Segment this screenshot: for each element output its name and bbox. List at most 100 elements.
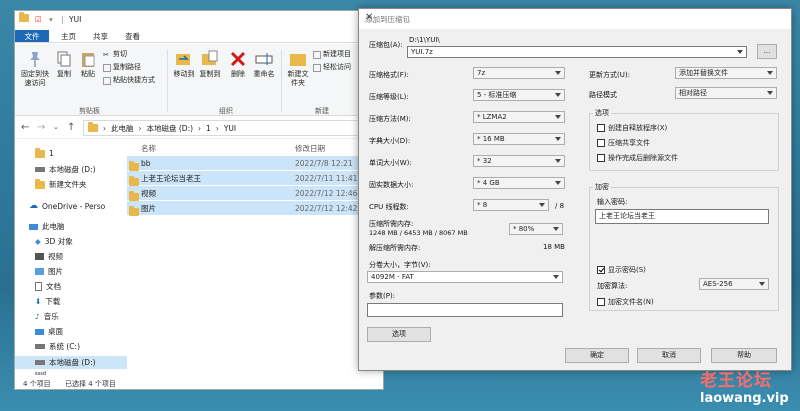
- archive-name-input[interactable]: YUI.7z: [407, 46, 747, 58]
- up-icon[interactable]: ↑: [67, 122, 75, 133]
- file-row[interactable]: bb 2022/7/8 12:21: [127, 156, 373, 171]
- cut-button[interactable]: ✂ 剪切: [103, 50, 127, 59]
- split-volume-label: 分卷大小，字节(V):: [369, 261, 431, 269]
- nav-item-this-pc[interactable]: 此电脑: [29, 221, 65, 232]
- document-icon: [35, 282, 42, 291]
- paste-shortcut-button[interactable]: 粘贴快捷方式: [103, 76, 155, 85]
- compress-shared-checkbox[interactable]: 压缩共享文件: [597, 138, 650, 148]
- nav-item-videos[interactable]: 视频: [35, 251, 63, 262]
- level-label: 压缩等级(L):: [369, 93, 409, 101]
- dictionary-select[interactable]: * 16 MB: [473, 133, 565, 145]
- file-row[interactable]: 视频 2022/7/12 12:46: [127, 186, 373, 201]
- tab-share[interactable]: 共享: [87, 31, 114, 42]
- paste-button[interactable]: 粘贴: [77, 50, 99, 79]
- show-password-checkbox[interactable]: 显示密码(S): [597, 265, 646, 275]
- pin-icon: [30, 52, 40, 67]
- nav-item-1[interactable]: 1: [35, 147, 54, 158]
- breadcrumb-drive-d[interactable]: 本地磁盘 (D:): [147, 123, 194, 134]
- update-mode-select[interactable]: 添加并替换文件: [675, 67, 777, 79]
- close-icon[interactable]: ✕: [365, 12, 779, 23]
- folder-icon: [88, 122, 98, 132]
- pin-quick-access-button[interactable]: 固定到快速访问: [19, 50, 51, 88]
- folder-icon: [19, 12, 29, 24]
- nav-item-documents[interactable]: 文档: [35, 281, 61, 292]
- explorer-window: ☑ ▾ | YUI 文件 主页 共享 查看 固定到快速访问 复制 粘贴 ✂ 剪切 …: [14, 10, 384, 390]
- ok-button[interactable]: 确定: [565, 348, 629, 363]
- back-icon[interactable]: ←: [21, 122, 29, 133]
- explorer-titlebar: ☑ ▾ | YUI: [15, 11, 383, 29]
- nav-item-downloads[interactable]: ⬇ 下载: [35, 296, 60, 307]
- checkbox-icon[interactable]: ☑: [35, 15, 42, 24]
- file-row[interactable]: 上老王论坛当老王 2022/7/11 11:41: [127, 171, 373, 186]
- status-bar: 4 个项目 已选择 4 个项目: [15, 375, 383, 389]
- cpu-threads-max: / 8: [555, 202, 565, 210]
- picture-icon: [35, 268, 44, 275]
- breadcrumb-this-pc[interactable]: 此电脑: [111, 123, 134, 134]
- tab-file[interactable]: 文件: [15, 30, 49, 42]
- cpu-threads-select[interactable]: * 8: [473, 199, 549, 211]
- nav-item-drive-c[interactable]: 系统 (C:): [35, 341, 80, 352]
- copy-path-button[interactable]: 复制路径: [103, 63, 141, 72]
- nav-item-drive-d-selected[interactable]: 本地磁盘 (D:): [15, 356, 127, 369]
- file-row[interactable]: 图片 2022/7/12 12:42: [127, 201, 373, 216]
- column-header-modified[interactable]: 修改日期: [295, 143, 325, 154]
- new-item-icon: [313, 50, 321, 59]
- memory-percent-select[interactable]: * 80%: [509, 223, 563, 235]
- move-to-button[interactable]: 移动到: [171, 50, 197, 79]
- path-mode-select[interactable]: 相对路径: [675, 87, 777, 99]
- nav-item-3d-objects[interactable]: ◆ 3D 对象: [35, 236, 73, 247]
- folder-icon: [129, 191, 139, 201]
- path-icon: [103, 63, 111, 72]
- forward-icon[interactable]: →: [37, 122, 45, 133]
- nav-item-new-folder[interactable]: 新建文件夹: [35, 178, 87, 190]
- options-button[interactable]: 选项: [367, 327, 431, 342]
- password-input[interactable]: 上老王论坛当老王: [595, 209, 769, 224]
- rename-button[interactable]: 重命名: [251, 50, 277, 79]
- delete-button[interactable]: 删除: [227, 50, 249, 79]
- nav-item-pictures[interactable]: 图片: [35, 266, 63, 277]
- format-select[interactable]: 7z: [473, 67, 565, 79]
- copy-folder-icon: [202, 50, 218, 65]
- nav-item-onedrive[interactable]: ☁ OneDrive - Perso: [29, 201, 105, 211]
- easy-access-button[interactable]: 轻松访问: [313, 63, 351, 72]
- folder-icon: [129, 176, 139, 186]
- nav-item-desktop[interactable]: 桌面: [35, 326, 63, 337]
- create-sfx-checkbox[interactable]: 创建自释放程序(X): [597, 123, 667, 133]
- delete-after-checkbox[interactable]: 操作完成后删除源文件: [597, 153, 678, 163]
- chevron-down-icon: [553, 275, 559, 279]
- breadcrumb[interactable]: › 此电脑 › 本地磁盘 (D:) › 1 › YUI: [83, 120, 383, 136]
- solid-size-select[interactable]: * 4 GB: [473, 177, 565, 189]
- chevron-down-icon[interactable]: ⌄: [53, 123, 59, 131]
- new-item-button[interactable]: 新建项目: [313, 50, 351, 59]
- rename-icon: [255, 53, 273, 65]
- format-label: 压缩格式(F):: [369, 71, 409, 79]
- column-header-name[interactable]: 名称: [141, 143, 156, 154]
- method-select[interactable]: * LZMA2: [473, 111, 565, 123]
- split-volume-select[interactable]: 4092M - FAT: [367, 271, 563, 283]
- tab-home[interactable]: 主页: [55, 31, 82, 42]
- cancel-button[interactable]: 取消: [637, 348, 701, 363]
- new-folder-button[interactable]: 新建文件夹: [285, 50, 311, 88]
- folder-icon: [129, 206, 139, 216]
- chevron-down-icon[interactable]: ▾: [49, 15, 53, 24]
- browse-button[interactable]: ...: [757, 44, 777, 59]
- parameters-input[interactable]: [367, 303, 563, 317]
- copy-button[interactable]: 复制: [53, 50, 75, 79]
- add-to-archive-dialog: 添加到压缩包 ✕ 压缩包(A): D:\1\YUI\ YUI.7z ... 压缩…: [358, 8, 792, 371]
- parameters-label: 参数(P):: [369, 292, 396, 300]
- tab-view[interactable]: 查看: [119, 31, 146, 42]
- nav-item-music[interactable]: ♪ 音乐: [35, 311, 59, 322]
- scissors-icon: ✂: [103, 50, 109, 59]
- encrypt-filenames-checkbox[interactable]: 加密文件名(N): [597, 297, 654, 307]
- help-button[interactable]: 帮助: [711, 348, 777, 363]
- word-size-select[interactable]: * 32: [473, 155, 565, 167]
- copy-to-button[interactable]: 复制到: [197, 50, 223, 79]
- breadcrumb-yui[interactable]: YUI: [224, 124, 236, 133]
- level-select[interactable]: 5 - 标准压缩: [473, 89, 565, 101]
- nav-item-drive-d[interactable]: 本地磁盘 (D:): [35, 164, 96, 175]
- breadcrumb-1[interactable]: 1: [206, 124, 211, 133]
- cpu-threads-label: CPU 线程数:: [369, 203, 409, 211]
- desktop-icon: [35, 328, 44, 335]
- memory-decompress-label: 解压缩所需内存:: [369, 244, 421, 252]
- encryption-method-select[interactable]: AES-256: [699, 278, 769, 290]
